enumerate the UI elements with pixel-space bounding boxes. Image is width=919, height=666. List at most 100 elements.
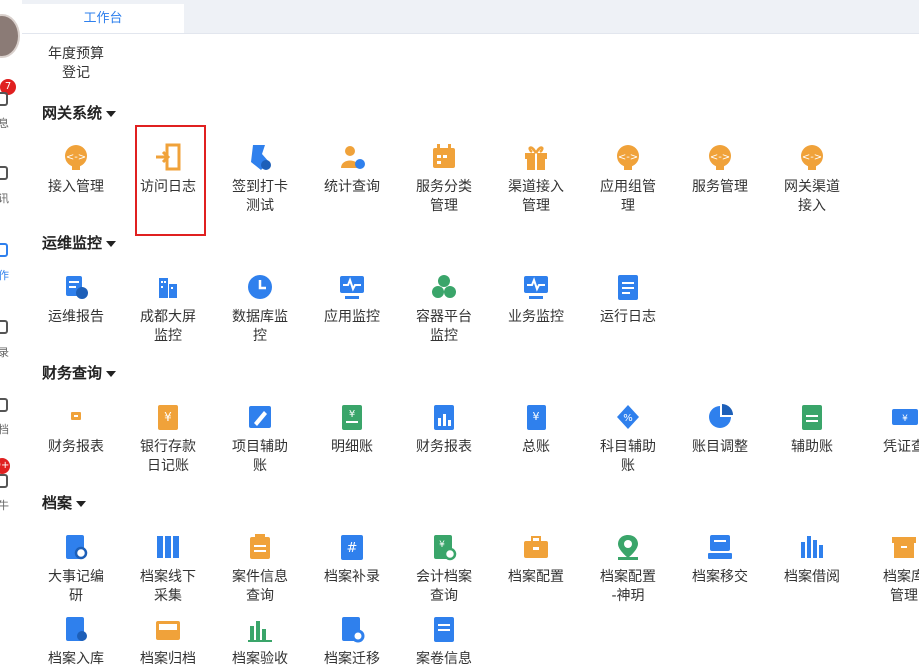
binders-icon bbox=[153, 532, 183, 562]
app-item[interactable]: 档案线下 采集 bbox=[122, 532, 214, 606]
yen-book-icon: ¥ bbox=[521, 402, 551, 432]
monitor-pulse-icon bbox=[337, 272, 367, 302]
more-icon[interactable] bbox=[0, 474, 8, 488]
app-label: 容器平台 监控 bbox=[416, 309, 472, 344]
badge-more: 9+ bbox=[0, 458, 10, 474]
app-item[interactable]: <-> 应用组管 理 bbox=[582, 142, 674, 216]
app-label: 账目调整 bbox=[692, 439, 748, 455]
app-item[interactable]: 案卷信息 bbox=[398, 614, 490, 666]
app-item[interactable]: ¥ 会计档案 查询 bbox=[398, 532, 490, 606]
records-icon[interactable] bbox=[0, 320, 8, 334]
building-icon bbox=[153, 272, 183, 302]
app-item[interactable]: 档案借阅 bbox=[766, 532, 858, 587]
gateway-icon: <-> bbox=[797, 142, 827, 172]
app-label: 档案验收 bbox=[232, 651, 288, 666]
chart-icon bbox=[245, 614, 275, 644]
files-icon[interactable] bbox=[0, 398, 8, 412]
hash-doc-icon: # bbox=[337, 532, 367, 562]
app-item[interactable]: 档案迁移 bbox=[306, 614, 398, 666]
contacts-icon[interactable] bbox=[0, 166, 8, 180]
app-item[interactable]: 档案验收 bbox=[214, 614, 306, 666]
app-item[interactable]: 财务报表 bbox=[30, 402, 122, 457]
app-item[interactable]: 渠道接入 管理 bbox=[490, 142, 582, 216]
voucher-icon: ¥ bbox=[889, 402, 919, 432]
app-item[interactable]: <-> 网关渠道 接入 bbox=[766, 142, 858, 216]
doc-search-icon bbox=[61, 532, 91, 562]
app-item[interactable]: 运维报告 bbox=[30, 272, 122, 327]
app-item[interactable]: 签到打卡 测试 bbox=[214, 142, 306, 216]
app-item[interactable]: ¥ 明细账 bbox=[306, 402, 398, 457]
tab-workbench[interactable]: 工作台 bbox=[22, 4, 184, 33]
app-label: 统计查询 bbox=[324, 179, 380, 195]
app-item[interactable]: 辅助账 bbox=[766, 402, 858, 457]
bar-doc-icon bbox=[429, 402, 459, 432]
section-title[interactable]: 财务查询 bbox=[42, 362, 117, 383]
tab-bar: 工作台 bbox=[22, 0, 919, 34]
app-item[interactable]: 案件信息 查询 bbox=[214, 532, 306, 606]
app-item[interactable]: 服务分类 管理 bbox=[398, 142, 490, 216]
user-stat-icon bbox=[337, 142, 367, 172]
app-item[interactable]: 档案移交 bbox=[674, 532, 766, 587]
app-item[interactable]: # 档案补录 bbox=[306, 532, 398, 587]
app-item-annual-budget[interactable]: 年度预算 登记 bbox=[30, 34, 122, 83]
app-item[interactable]: ¥ 银行存款 日记账 bbox=[122, 402, 214, 476]
section-title[interactable]: 网关系统 bbox=[42, 102, 117, 123]
rail-label-more: 牛 bbox=[0, 499, 9, 512]
app-label: 成都大屏 监控 bbox=[140, 309, 196, 344]
app-item[interactable]: <-> 接入管理 bbox=[30, 142, 122, 197]
app-item[interactable]: 档案入库 bbox=[30, 614, 122, 666]
pie-adjust-icon bbox=[705, 402, 735, 432]
messages-icon[interactable] bbox=[0, 92, 8, 106]
app-item[interactable]: % 科目辅助 账 bbox=[582, 402, 674, 476]
clock-icon bbox=[245, 272, 275, 302]
app-label: 档案借阅 bbox=[784, 569, 840, 585]
app-item[interactable]: 档案配置 bbox=[490, 532, 582, 587]
section-title[interactable]: 档案 bbox=[42, 492, 87, 513]
app-item[interactable]: 容器平台 监控 bbox=[398, 272, 490, 346]
rail-label-messages: 息 bbox=[0, 117, 9, 130]
caret-down-icon bbox=[106, 240, 117, 247]
app-item[interactable]: 项目辅助 账 bbox=[214, 402, 306, 476]
app-item[interactable]: ¥ 总账 bbox=[490, 402, 582, 457]
app-item[interactable]: 大事记编 研 bbox=[30, 532, 122, 606]
app-item[interactable]: 数据库监 控 bbox=[214, 272, 306, 346]
app-item[interactable]: 成都大屏 监控 bbox=[122, 272, 214, 346]
app-item[interactable]: 财务报表 bbox=[398, 402, 490, 457]
section-title-text: 财务查询 bbox=[42, 364, 103, 382]
svg-text:<->: <-> bbox=[66, 152, 86, 163]
app-item[interactable]: 统计查询 bbox=[306, 142, 398, 197]
app-label: 项目辅助 账 bbox=[232, 439, 288, 474]
svg-text:¥: ¥ bbox=[349, 409, 355, 420]
rail-label-workbench: 作 bbox=[0, 269, 9, 282]
section-title[interactable]: 运维监控 bbox=[42, 232, 117, 253]
app-item[interactable]: 业务监控 bbox=[490, 272, 582, 327]
app-item[interactable]: 运行日志 bbox=[582, 272, 674, 327]
app-item[interactable]: 档案归档 bbox=[122, 614, 214, 666]
app-label: 财务报表 bbox=[416, 439, 472, 455]
workbench-icon[interactable] bbox=[0, 243, 8, 257]
app-item[interactable]: ¥ 凭证查 bbox=[858, 402, 919, 457]
edit-icon bbox=[61, 34, 91, 39]
archive-box-icon bbox=[889, 532, 919, 562]
app-label: 服务管理 bbox=[692, 179, 748, 195]
small-box-icon bbox=[61, 402, 91, 432]
svg-text:%: % bbox=[623, 413, 633, 424]
app-label: 案件信息 查询 bbox=[232, 569, 288, 604]
avatar[interactable] bbox=[0, 14, 20, 58]
monitor-pulse-icon bbox=[521, 272, 551, 302]
app-item[interactable]: 应用监控 bbox=[306, 272, 398, 327]
app-label: 签到打卡 测试 bbox=[232, 179, 288, 214]
app-item[interactable]: 账目调整 bbox=[674, 402, 766, 457]
hex-cluster-icon bbox=[429, 272, 459, 302]
app-label: 财务报表 bbox=[48, 439, 104, 455]
app-label: 大事记编 研 bbox=[48, 569, 104, 604]
percent-icon: % bbox=[613, 402, 643, 432]
app-item[interactable]: <-> 服务管理 bbox=[674, 142, 766, 197]
app-item[interactable]: 访问日志 bbox=[122, 142, 214, 197]
app-item[interactable]: 档案配置 -神玥 bbox=[582, 532, 674, 606]
briefcase-icon bbox=[521, 532, 551, 562]
app-item[interactable]: 档案库 管理 bbox=[858, 532, 919, 606]
gateway-icon: <-> bbox=[61, 142, 91, 172]
workbench-grid: 年度预算 登记网关系统 <-> 接入管理 访问日志 签到打卡 测试 统计查询 服务分类 管理… bbox=[22, 34, 919, 666]
app-label: 档案配置 -神玥 bbox=[600, 569, 656, 604]
